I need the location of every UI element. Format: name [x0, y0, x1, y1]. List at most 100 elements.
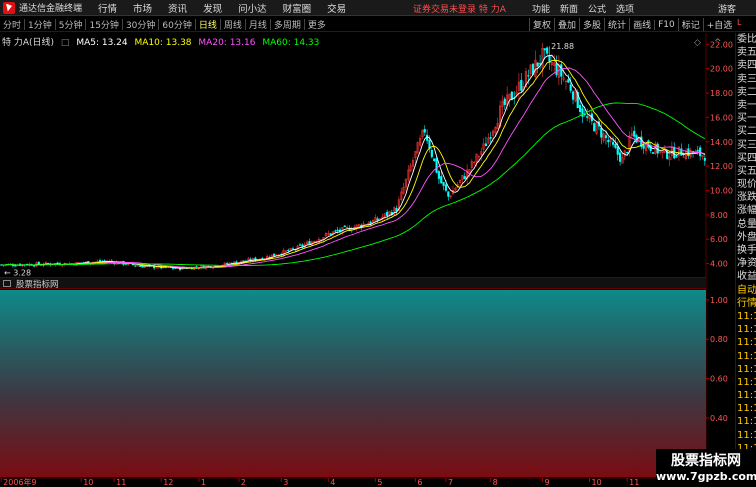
side-panel-row[interactable]: 行情	[736, 297, 756, 310]
candle-body	[134, 265, 137, 267]
side-panel-row[interactable]: 外盘	[736, 231, 756, 244]
menu-item-assistant[interactable]: 问小达	[238, 1, 267, 15]
side-panel-row[interactable]: 11:11	[736, 363, 756, 376]
menu-item-quotes[interactable]: 行情	[98, 1, 117, 15]
candle-body	[555, 63, 558, 76]
price-tick-label: 4.00	[710, 260, 728, 269]
side-panel-row[interactable]: 自动	[736, 284, 756, 297]
side-panel-row[interactable]: 买三	[736, 139, 756, 152]
candle-body	[633, 130, 636, 137]
menu-item-news[interactable]: 资讯	[168, 1, 187, 15]
collapse-icon[interactable]: ^	[714, 38, 722, 48]
side-panel-row[interactable]: 涨跌	[736, 191, 756, 204]
indicator-area	[0, 290, 706, 477]
price-chart[interactable]: 22.0020.0018.0016.0014.0012.0010.008.006…	[0, 33, 756, 487]
side-panel-row[interactable]: 卖四	[736, 59, 756, 72]
chart-stock-label: 特 力A(日线)	[2, 38, 55, 48]
indicator-header[interactable]: 股票指标网	[0, 277, 706, 290]
menu-new-page[interactable]: 新面	[560, 2, 578, 15]
app-logo-icon	[3, 1, 15, 14]
side-panel-row[interactable]: 11:11	[736, 402, 756, 415]
overlay-button[interactable]: 叠加	[554, 18, 579, 31]
draw-line-button[interactable]: 画线	[629, 18, 654, 31]
expand-icon[interactable]: ◇	[694, 38, 701, 48]
time-tick-label: 9	[544, 478, 549, 487]
period-timeshare[interactable]: 分时	[0, 18, 24, 31]
menu-formula[interactable]: 公式	[588, 2, 606, 15]
side-panel-row[interactable]: 涨幅	[736, 204, 756, 217]
side-panel-row[interactable]: 换手	[736, 244, 756, 257]
time-tick-label: 1	[201, 478, 206, 487]
statistics-button[interactable]: 统计	[604, 18, 629, 31]
side-panel-row[interactable]: 11:11	[736, 429, 756, 442]
side-panel-row[interactable]: 11:11	[736, 389, 756, 402]
time-tick-label: 2	[241, 478, 246, 487]
side-panel-row[interactable]: 委比	[736, 33, 756, 46]
candle-body	[435, 158, 438, 173]
period-5min[interactable]: 5分钟	[56, 18, 86, 31]
menu-item-market[interactable]: 市场	[133, 1, 152, 15]
period-monthly[interactable]: 月线	[246, 18, 270, 31]
candle-body	[376, 218, 379, 221]
candle-body	[14, 265, 17, 267]
ma20-label: MA20: 13.16	[198, 38, 256, 48]
side-panel-row[interactable]: 买二	[736, 125, 756, 138]
menu-item-trade[interactable]: 交易	[327, 1, 346, 15]
side-panel-row[interactable]: 现价	[736, 178, 756, 191]
candle-body	[536, 62, 539, 67]
restore-rights-button[interactable]: 复权	[529, 18, 554, 31]
side-panel-row[interactable]: 卖五	[736, 46, 756, 59]
period-more[interactable]: 更多	[305, 18, 329, 31]
side-panel-row[interactable]: 11:11	[736, 415, 756, 428]
candle-body	[520, 79, 523, 91]
time-tick-label: 10	[592, 478, 602, 487]
guest-user[interactable]: 游客	[718, 2, 736, 15]
indicator-name: 股票指标网	[16, 280, 59, 290]
quote-side-panel: 委比 卖五 卖四 卖三 卖二 卖一 买一 买二 买三 买四 买五 现价 涨跌 涨幅 总量 外盘 换手 净资 收益 自动…	[735, 33, 756, 487]
candle-body	[586, 116, 589, 118]
period-daily[interactable]: 日线	[196, 18, 220, 31]
side-panel-row[interactable]: 买四	[736, 152, 756, 165]
side-panel-row[interactable]: 总量	[736, 218, 756, 231]
side-panel-row[interactable]: 卖三	[736, 73, 756, 86]
side-panel-row[interactable]: 11:11	[736, 310, 756, 323]
period-weekly[interactable]: 周线	[221, 18, 245, 31]
period-60min[interactable]: 60分钟	[159, 18, 194, 31]
candle-body	[571, 91, 575, 100]
f10-button[interactable]: F10	[654, 19, 678, 30]
side-panel-row[interactable]: 卖一	[736, 99, 756, 112]
period-30min[interactable]: 30分钟	[123, 18, 158, 31]
period-1min[interactable]: 1分钟	[25, 18, 55, 31]
time-tick-label: 6	[417, 478, 422, 487]
candle-body	[527, 75, 530, 77]
side-panel-row[interactable]: 净资	[736, 257, 756, 270]
menu-item-wealth[interactable]: 财富圈	[283, 1, 312, 15]
candle-body	[442, 182, 445, 186]
multi-stock-button[interactable]: 多股	[579, 18, 604, 31]
period-multi[interactable]: 多周期	[271, 18, 304, 31]
menu-function[interactable]: 功能	[532, 2, 550, 15]
side-panel-row[interactable]: 11:11	[736, 376, 756, 389]
side-panel-row[interactable]: 11:11	[736, 336, 756, 349]
menu-options[interactable]: 选项	[616, 2, 634, 15]
time-tick-label: 8	[493, 478, 498, 487]
side-panel-row[interactable]: 收益	[736, 270, 756, 283]
side-panel-row[interactable]: 卖二	[736, 86, 756, 99]
period-15min[interactable]: 15分钟	[86, 18, 121, 31]
side-panel-row[interactable]: 11:11	[736, 323, 756, 336]
menu-item-discover[interactable]: 发现	[203, 1, 222, 15]
moving-averages	[1, 54, 706, 269]
price-tick-label: 8.00	[710, 211, 728, 220]
side-panel-row[interactable]: 11:11	[736, 350, 756, 363]
corner-marker: L	[737, 18, 742, 27]
side-panel-row[interactable]: 买五	[736, 165, 756, 178]
price-tick-label: 10.00	[710, 187, 733, 196]
login-status-text: 证券交易未登录	[413, 5, 477, 15]
login-status[interactable]: 证券交易未登录 特 力A	[413, 2, 506, 15]
candle-body	[489, 137, 492, 139]
indicator-tick-label: 1.00	[710, 296, 728, 305]
mark-button[interactable]: 标记	[677, 18, 703, 31]
ma60-line	[1, 102, 706, 266]
add-favorite-button[interactable]: +自选	[702, 18, 736, 31]
side-panel-row[interactable]: 买一	[736, 112, 756, 125]
